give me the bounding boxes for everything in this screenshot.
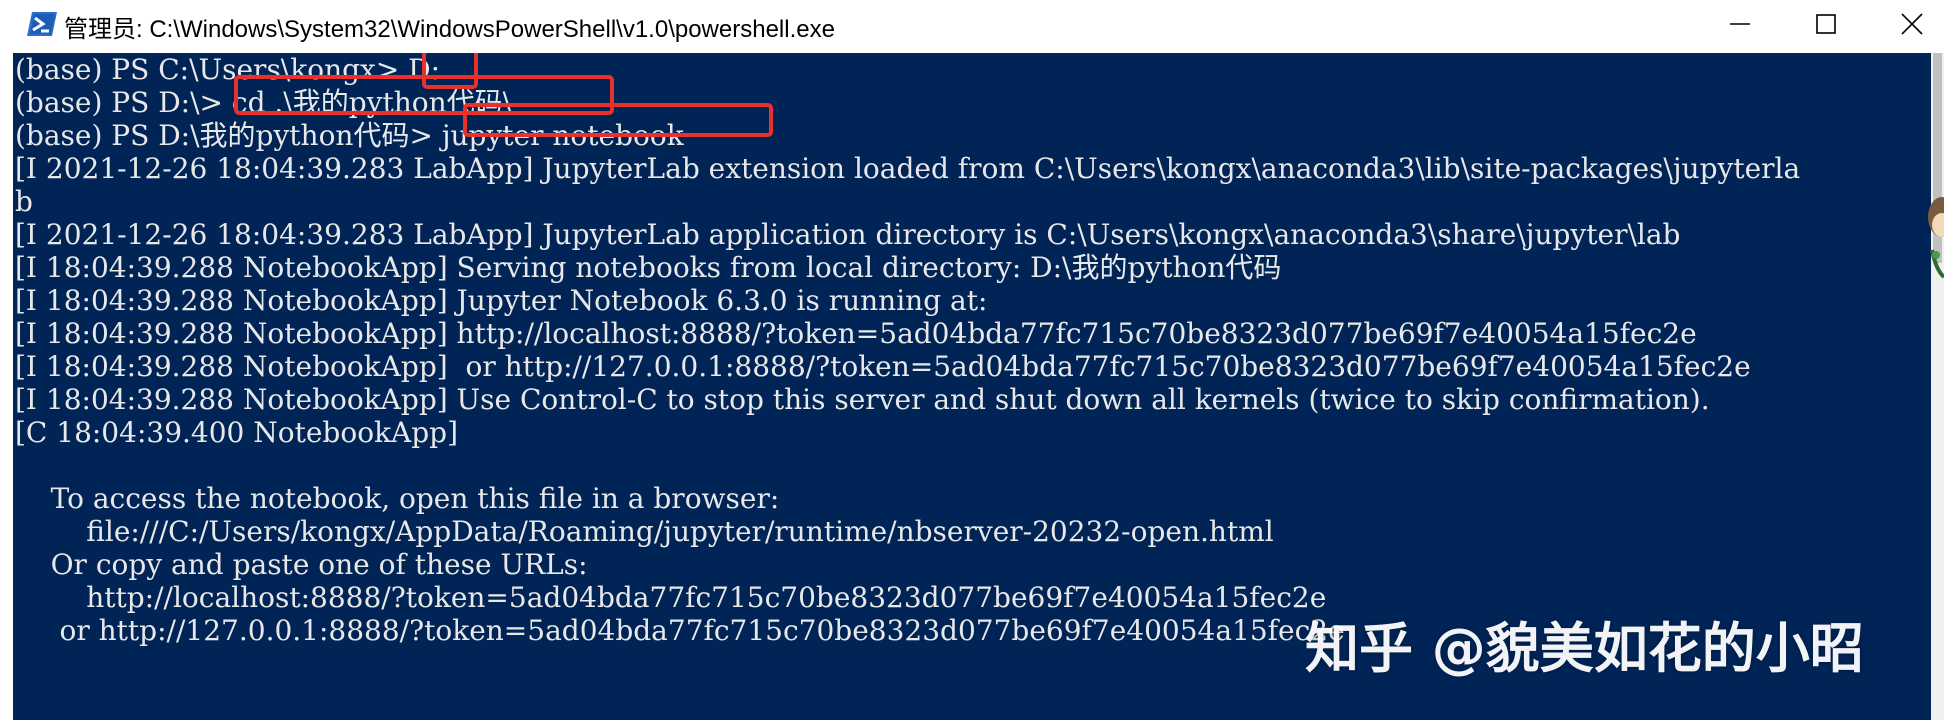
console-line: file:///C:/Users/kongx/AppData/Roaming/j… xyxy=(15,515,1274,548)
maximize-icon xyxy=(1814,12,1838,40)
console-line: [I 18:04:39.288 NotebookApp] or http://1… xyxy=(15,350,1751,383)
maximize-button[interactable] xyxy=(1786,0,1866,52)
console-line: [I 18:04:39.288 NotebookApp] Use Control… xyxy=(15,383,1710,416)
close-button[interactable] xyxy=(1880,0,1944,52)
highlight-box-jupyter-command xyxy=(463,103,773,137)
watermark-text: 知乎 @貌美如花的小昭 xyxy=(1305,617,1864,680)
window-titlebar[interactable]: 管理员: C:\Windows\System32\WindowsPowerShe… xyxy=(0,0,1944,52)
minimize-button[interactable] xyxy=(1700,0,1780,52)
console-line: [I 2021-12-26 18:04:39.283 LabApp] Jupyt… xyxy=(15,218,1681,251)
console-line: [I 18:04:39.288 NotebookApp] Jupyter Not… xyxy=(15,284,988,317)
powershell-icon xyxy=(26,11,58,37)
console-line: Or copy and paste one of these URLs: xyxy=(15,548,588,581)
console-line: [I 18:04:39.288 NotebookApp] http://loca… xyxy=(15,317,1697,350)
close-icon xyxy=(1900,12,1924,40)
console-line: (base) PS D:\我的python代码> jupyter noteboo… xyxy=(15,119,684,152)
vertical-scrollbar[interactable] xyxy=(1931,53,1944,720)
console-line: [I 2021-12-26 18:04:39.283 LabApp] Jupyt… xyxy=(15,152,1801,185)
console-line: [C 18:04:39.400 NotebookApp] xyxy=(15,416,459,449)
window-title: 管理员: C:\Windows\System32\WindowsPowerShe… xyxy=(64,16,835,43)
console-line: To access the notebook, open this file i… xyxy=(15,482,780,515)
minimize-icon xyxy=(1728,12,1752,40)
console-line: b xyxy=(15,185,33,218)
partial-sticker-image xyxy=(1922,195,1944,285)
console-line: [I 18:04:39.288 NotebookApp] Serving not… xyxy=(15,251,1282,284)
